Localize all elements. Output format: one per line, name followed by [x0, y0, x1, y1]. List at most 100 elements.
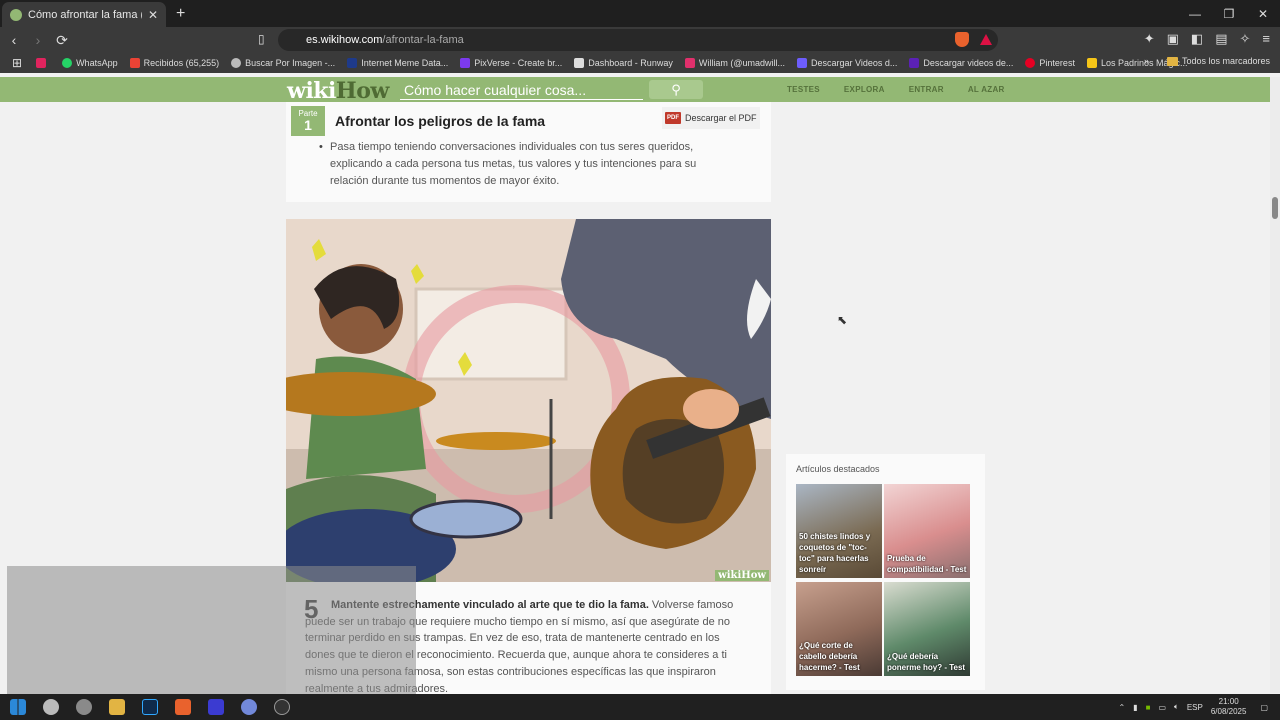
tab-title: Cómo afrontar la fama (con imá	[28, 8, 142, 21]
clock[interactable]: 21:00 6/08/2025	[1211, 697, 1247, 717]
twitch-download-icon	[909, 58, 920, 68]
bookmark-label: William (@umadwill...	[698, 58, 785, 68]
more-bookmarks-icon[interactable]: »	[1144, 56, 1149, 66]
tray-arrow-icon[interactable]: ⌃	[1119, 703, 1126, 712]
musicians-illustration	[286, 219, 771, 582]
bookmark-item[interactable]: Dashboard - Runway	[574, 58, 673, 68]
language-indicator[interactable]: ESP	[1187, 703, 1203, 712]
bookmark-item[interactable]: Recibidos (65,255)	[129, 58, 220, 68]
new-tab-button[interactable]: +	[176, 5, 185, 23]
nav-explora[interactable]: EXPLORA	[844, 85, 885, 94]
speaker-icon[interactable]: 🔈︎	[1174, 702, 1179, 712]
wikihow-watermark: wikiHow	[715, 570, 769, 581]
featured-tile-label: ¿Qué corte de cabello debería hacerme? -…	[799, 641, 860, 672]
part-title: Afrontar los peligros de la fama	[335, 113, 546, 129]
bookmark-item[interactable]	[36, 58, 50, 68]
bookmark-item[interactable]: WhatsApp	[62, 58, 118, 68]
window-controls: — ❐ ✕	[1178, 0, 1280, 27]
bookmark-label: Descargar videos de...	[923, 58, 1014, 68]
featured-tile-label: Prueba de compatibilidad - Test	[887, 554, 967, 574]
featured-tile[interactable]: Prueba de compatibilidad - Test	[884, 484, 970, 578]
search-input[interactable]: Cómo hacer cualquier cosa...	[400, 80, 643, 100]
bookmark-item[interactable]: William (@umadwill...	[684, 58, 785, 68]
all-bookmarks-button[interactable]: » Todos los marcadores	[1144, 56, 1270, 66]
wikihow-logo[interactable]: wikiHow	[287, 78, 389, 104]
wikihow-header: wikiHow Cómo hacer cualquier cosa... ⚲ T…	[0, 77, 1280, 104]
extensions-icon[interactable]: ✦	[1144, 31, 1155, 47]
apps-grid-icon[interactable]: ⊞	[12, 56, 22, 70]
featured-tile[interactable]: ¿Qué debería ponerme hoy? - Test	[884, 582, 970, 676]
featured-tile[interactable]: 50 chistes lindos y coquetos de "toc-toc…	[796, 484, 882, 578]
file-explorer-icon[interactable]	[109, 699, 125, 715]
screenshot-icon[interactable]: ▣	[1167, 31, 1179, 47]
bookmark-label: PixVerse - Create br...	[474, 58, 563, 68]
leo-ai-icon[interactable]: ✧	[1240, 31, 1251, 47]
bookmark-item[interactable]: Buscar Por Imagen -...	[231, 58, 335, 68]
wikihow-favicon-icon	[10, 8, 22, 21]
mic-icon[interactable]: ▮	[1133, 703, 1137, 712]
bookmark-label: WhatsApp	[76, 58, 118, 68]
url-path: /afrontar-la-fama	[382, 34, 464, 46]
tab-close-icon[interactable]: ✕	[148, 8, 158, 22]
pixverse-icon	[460, 58, 471, 68]
mouse-cursor-icon: ⬉	[837, 313, 848, 327]
wallet-icon[interactable]: ▤	[1215, 31, 1227, 47]
part-section-card: Parte 1 Afrontar los peligros de la fama…	[286, 102, 771, 202]
clock-time: 21:00	[1218, 697, 1239, 706]
obs-studio-icon[interactable]	[274, 699, 290, 715]
menu-icon[interactable]: ≡	[1262, 31, 1270, 47]
nav-entrar[interactable]: ENTRAR	[909, 85, 944, 94]
brave-shield-icon[interactable]	[955, 32, 969, 47]
all-bookmarks-label: Todos los marcadores	[1181, 56, 1270, 66]
reload-icon[interactable]: ⟳	[52, 32, 72, 49]
tab-active[interactable]: Cómo afrontar la fama (con imá ✕	[2, 2, 166, 27]
close-window-icon[interactable]: ✕	[1246, 7, 1280, 21]
featured-tile[interactable]: ¿Qué corte de cabello debería hacerme? -…	[796, 582, 882, 676]
discord-icon[interactable]	[241, 699, 257, 715]
step-illustration[interactable]: wikiHow	[286, 219, 771, 582]
wikihow-nav: TESTES EXPLORA ENTRAR AL AZAR	[787, 77, 1005, 102]
sidebar-icon[interactable]: ◧	[1191, 31, 1203, 47]
bookmark-item[interactable]: PixVerse - Create br...	[460, 58, 562, 68]
photoshop-icon[interactable]	[142, 699, 158, 715]
notifications-icon[interactable]: ▢	[1260, 703, 1268, 712]
network-icon[interactable]: ▭	[1158, 703, 1166, 712]
brave-browser-icon[interactable]	[175, 699, 191, 715]
nav-al-azar[interactable]: AL AZAR	[968, 85, 1005, 94]
nav-testes[interactable]: TESTES	[787, 85, 820, 94]
bookmark-item[interactable]: Pinterest	[1025, 58, 1075, 68]
featured-articles: Artículos destacados 50 chistes lindos y…	[786, 454, 985, 690]
bookmark-item[interactable]: Descargar videos de...	[909, 58, 1013, 68]
bookmark-item[interactable]: Descargar Videos d...	[796, 58, 898, 68]
bullet-dot: •	[319, 141, 323, 153]
restore-icon[interactable]: ❐	[1212, 7, 1246, 21]
nvidia-icon[interactable]: ■	[1146, 703, 1151, 712]
page-scrollbar[interactable]	[1270, 77, 1280, 693]
vegas-icon[interactable]	[208, 699, 224, 715]
instagram-icon	[684, 58, 695, 68]
address-bar[interactable]: es.wikihow.com/afrontar-la-fama	[278, 29, 998, 51]
minimize-icon[interactable]: —	[1178, 7, 1212, 21]
forward-icon[interactable]: ›	[28, 32, 48, 48]
download-pdf-button[interactable]: PDF Descargar el PDF	[662, 107, 760, 129]
pinterest-icon	[1025, 58, 1036, 68]
search-button[interactable]: ⚲	[649, 80, 703, 99]
featured-title: Artículos destacados	[796, 464, 880, 474]
back-icon[interactable]: ‹	[4, 32, 24, 48]
bullet-item: • Pasa tiempo teniendo conversaciones in…	[319, 139, 710, 190]
bookmark-star-icon[interactable]: ▯	[258, 32, 265, 46]
obs-icon[interactable]	[43, 699, 59, 715]
clock-date: 6/08/2025	[1210, 707, 1247, 716]
browser-toolbar: ‹ › ⟳ ▯ es.wikihow.com/afrontar-la-fama …	[0, 27, 1280, 53]
featured-tile-label: 50 chistes lindos y coquetos de "toc-toc…	[799, 532, 871, 574]
bookmark-item[interactable]: Internet Meme Data...	[347, 58, 448, 68]
system-tray: ⌃ ▮ ■ ▭ 🔈︎ ESP 21:00 6/08/2025 ▢	[1119, 694, 1269, 720]
bookmark-label: Recibidos (65,255)	[143, 58, 220, 68]
brave-rewards-icon[interactable]	[980, 34, 992, 45]
scroll-thumb[interactable]	[1272, 197, 1278, 219]
windows-start-icon[interactable]	[10, 699, 26, 715]
app-icon[interactable]	[76, 699, 92, 715]
windows-taskbar: ⌃ ▮ ■ ▭ 🔈︎ ESP 21:00 6/08/2025 ▢	[0, 694, 1280, 720]
bookmark-label: Descargar Videos d...	[810, 58, 898, 68]
bookmark-label: Internet Meme Data...	[361, 58, 449, 68]
